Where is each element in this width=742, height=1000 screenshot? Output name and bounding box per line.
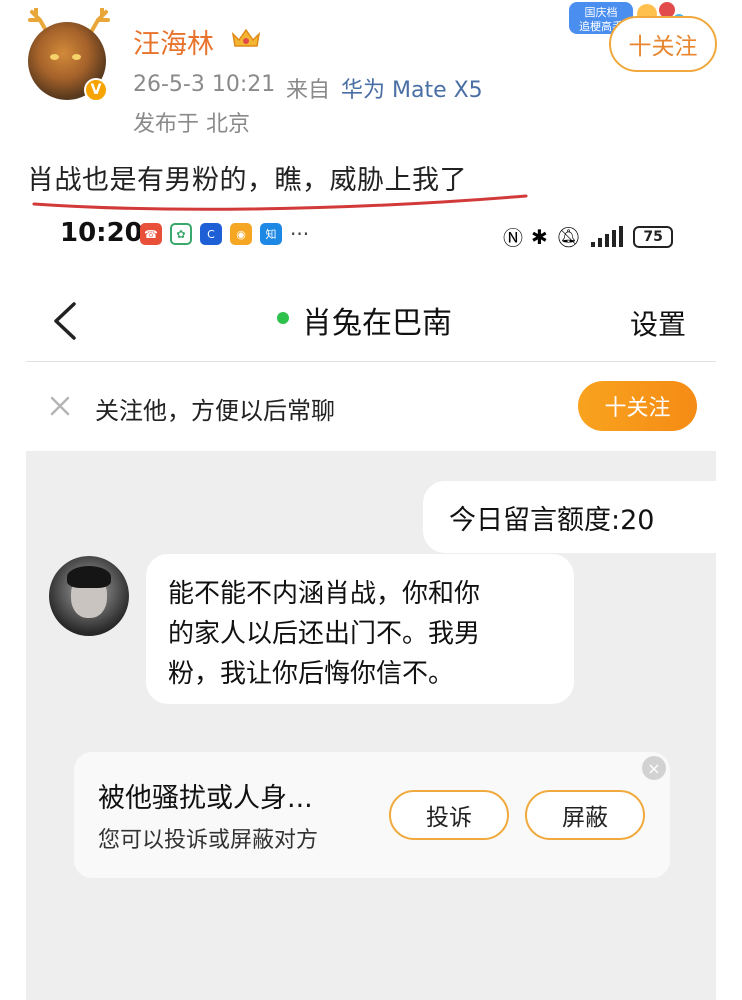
weibo-post-screenshot: V 汪海林 26-5-3 10:21 来自 华为 Mate X5 发布于 北京 … xyxy=(0,0,742,1000)
report-card-desc: 您可以投诉或屏蔽对方 xyxy=(98,828,319,853)
message-line: 粉，我让你后悔你信不。 xyxy=(168,659,455,689)
follow-hint-text: 关注他，方便以后常聊 xyxy=(95,397,335,425)
follow-contact-button[interactable]: 十关注 xyxy=(578,381,697,431)
post-device-link[interactable]: 华为 Mate X5 xyxy=(341,72,483,104)
chat-contact-name: 肖兔在巴南 xyxy=(302,306,452,341)
phone-status-time: 10:20 xyxy=(60,218,143,248)
weibo-icon: ◉ xyxy=(230,223,252,245)
svg-text:国庆档: 国庆档 xyxy=(585,5,618,19)
message-quota-bubble: 今日留言额度:20 xyxy=(423,481,717,553)
incoming-message-bubble: 能不能不内涵肖战，你和你 的家人以后还出门不。我男 粉，我让你后悔你信不。 xyxy=(146,554,574,704)
chat-settings-button[interactable]: 设置 xyxy=(630,303,686,343)
message-line: 能不能不内涵肖战，你和你 xyxy=(168,579,481,609)
online-status-dot xyxy=(277,312,289,324)
more-dots: ··· xyxy=(290,222,310,246)
close-icon[interactable] xyxy=(48,394,72,418)
report-card-title: 被他骚扰或人身... xyxy=(98,783,313,814)
bluetooth-icon: ✱ xyxy=(531,224,548,249)
message-line: 的家人以后还出门不。我男 xyxy=(168,619,481,649)
clover-icon: ✿ xyxy=(170,223,192,245)
post-location: 发布于 北京 xyxy=(133,112,250,137)
author-name[interactable]: 汪海林 xyxy=(133,22,214,61)
battery-indicator: 75 xyxy=(633,225,674,248)
block-button[interactable]: 屏蔽 xyxy=(525,790,645,840)
card-close-icon[interactable]: × xyxy=(642,756,666,780)
c-icon: C xyxy=(200,223,222,245)
complain-button[interactable]: 投诉 xyxy=(389,790,509,840)
status-system-icons: Ⓝ ✱ 🔕︎ 75 xyxy=(503,222,674,251)
author-avatar[interactable]: V xyxy=(26,8,112,104)
post-time: 26-5-3 10:21 xyxy=(133,72,276,97)
verified-badge-icon: V xyxy=(84,78,108,102)
missed-call-icon: ☎ xyxy=(140,223,162,245)
nav-divider xyxy=(26,361,716,362)
sender-avatar[interactable] xyxy=(49,556,129,636)
status-app-icons: ☎ ✿ C ◉ 知 ··· xyxy=(140,222,309,246)
nfc-icon: Ⓝ xyxy=(503,226,523,250)
follow-author-button[interactable]: 十关注 xyxy=(609,16,717,72)
signal-icon xyxy=(591,225,624,247)
red-underline-annotation xyxy=(32,194,528,211)
post-source-label: 来自 xyxy=(286,78,331,103)
back-chevron-icon[interactable] xyxy=(50,300,80,342)
crown-icon xyxy=(231,28,261,47)
zhihu-icon: 知 xyxy=(260,223,282,245)
mute-icon: 🔕︎ xyxy=(555,224,582,249)
